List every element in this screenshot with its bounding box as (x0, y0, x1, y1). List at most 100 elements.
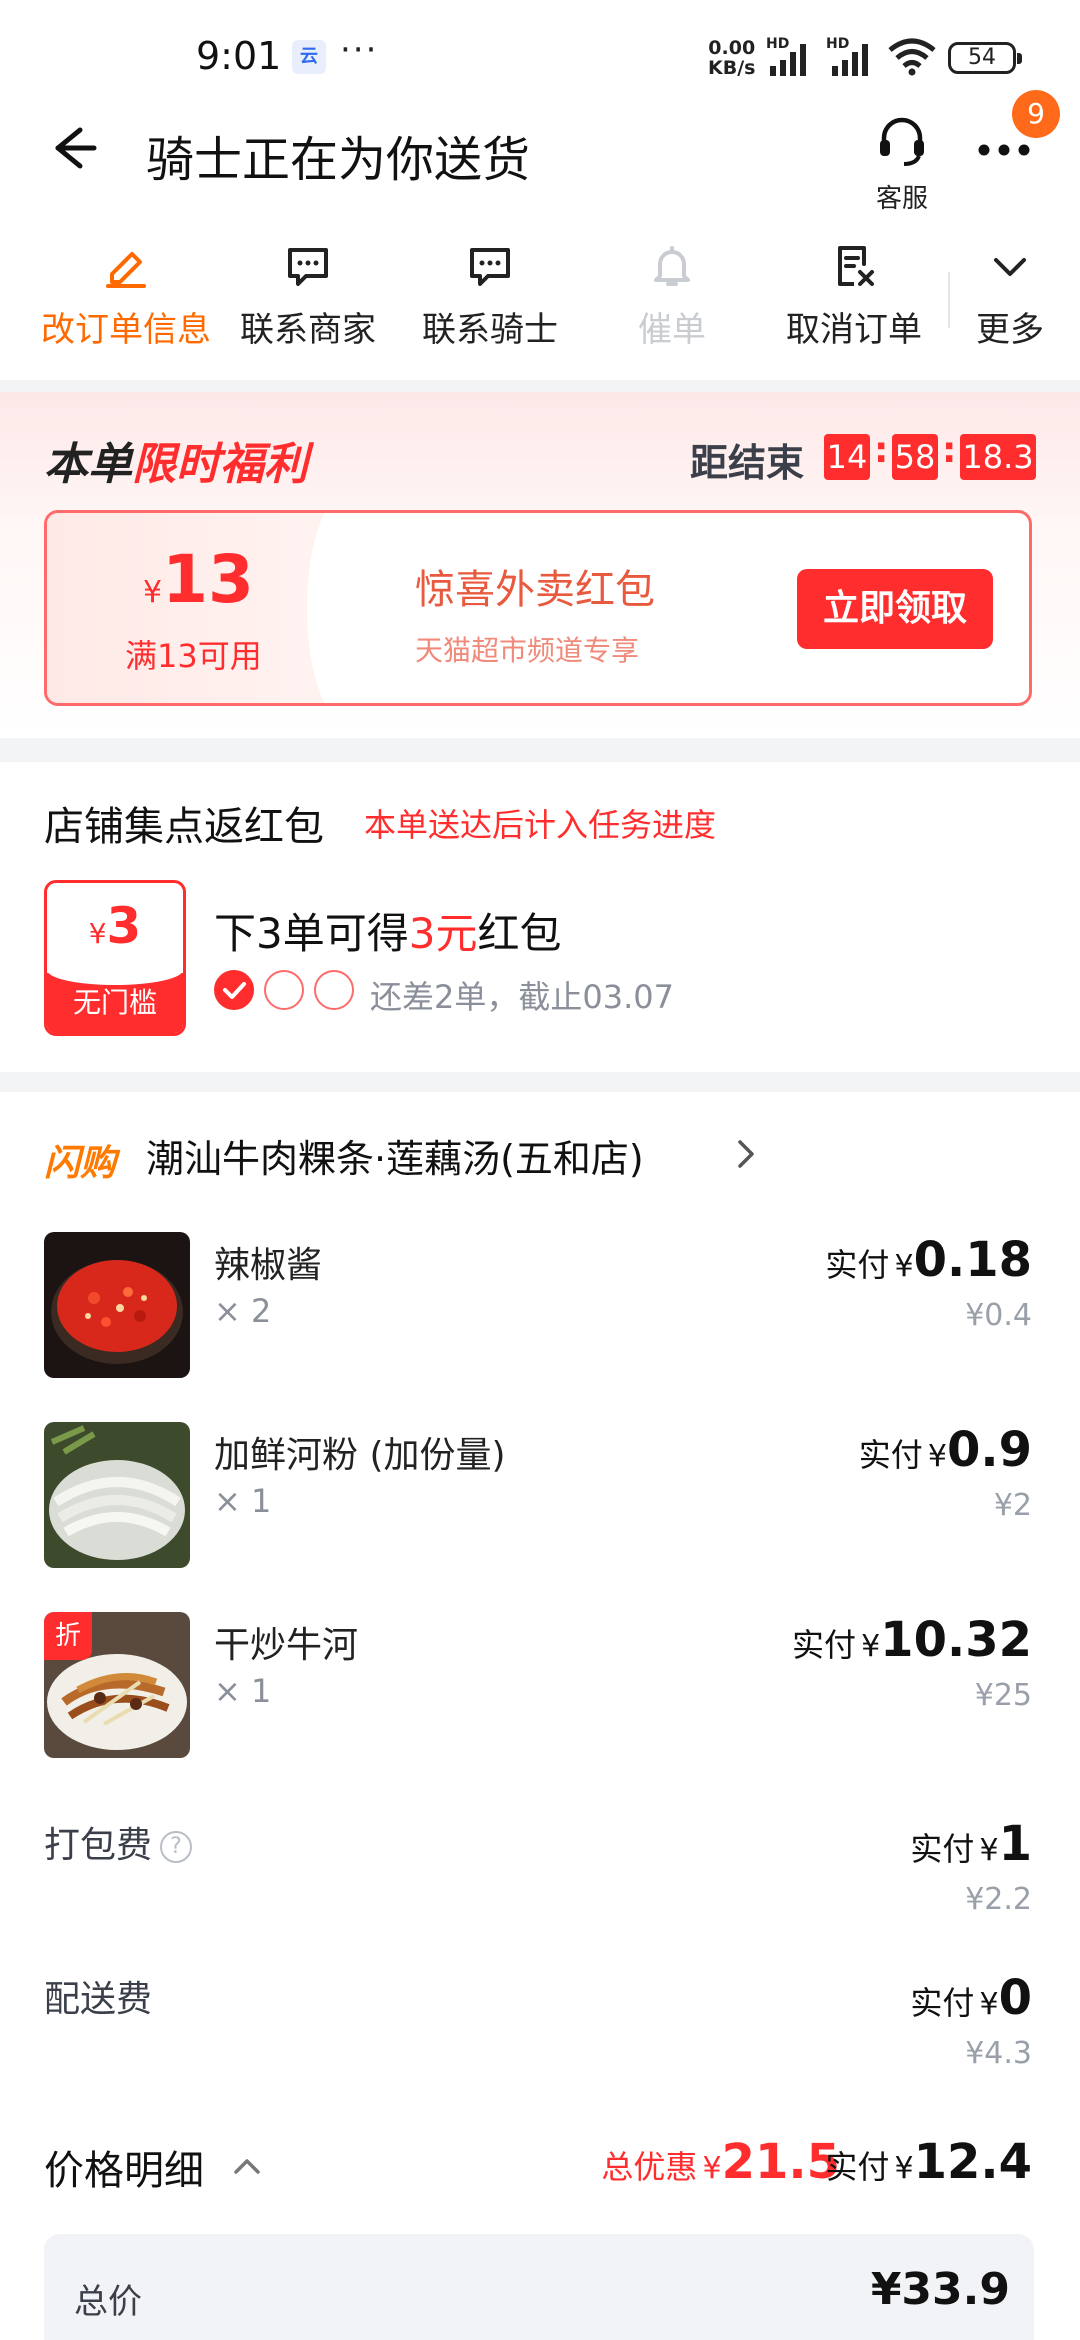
item-name: 加鲜河粉 (加份量) (214, 1435, 506, 1476)
chevron-up-icon[interactable] (232, 2156, 262, 2176)
countdown-minutes: 58 (892, 434, 938, 480)
wifi-icon (888, 38, 936, 76)
checkmark-icon (223, 982, 246, 999)
flash-buy-tag: 闪购 (44, 1143, 117, 1184)
red-packet-label: 无门槛 (47, 955, 183, 1033)
countdown-hours: 14 (824, 434, 870, 480)
currency-symbol: ¥ (927, 1439, 947, 1474)
customer-service-button[interactable]: 客服 (862, 110, 942, 214)
total-discount-value: 21.5 (721, 2134, 840, 2190)
cancel-doc-icon (838, 246, 874, 286)
red-packet-value: 3 (106, 897, 142, 955)
net-speed: 0.00 KB/s (708, 38, 755, 78)
item-quantity: × 1 (214, 1482, 272, 1520)
paid-value: 0.9 (946, 1422, 1032, 1478)
coupon-value: 13 (162, 541, 254, 618)
red-packet-card: ¥3 无门槛 (44, 880, 186, 1036)
order-tracking-page: 9:01 云 ··· 0.00 KB/s HD HD 54 骑士正在为你送货 客… (0, 0, 1080, 2340)
signal-icon-2 (832, 44, 868, 76)
total-paid-value: 12.4 (913, 2134, 1032, 2190)
action-label: 更多 (976, 310, 1044, 350)
coupon-condition: 满13可用 (125, 637, 262, 675)
item-original-price: ¥0.4 (965, 1298, 1032, 1333)
fee-paid-price: 实付 ¥1 (910, 1816, 1032, 1872)
action-label: 联系骑士 (422, 310, 558, 350)
more-notifications-icon: ··· (340, 30, 379, 70)
paid-value: 10.32 (880, 1612, 1032, 1668)
more-actions-button[interactable]: 更多 (920, 242, 1080, 362)
headset-icon (880, 117, 924, 166)
edit-order-info-button[interactable]: 改订单信息 (36, 242, 216, 362)
urge-order-button[interactable]: 催单 (582, 242, 762, 362)
benefit-title: 本单限时福利 (44, 428, 308, 492)
total-discount-label: 总优惠 (601, 2148, 698, 2186)
currency-symbol: ¥ (702, 2151, 722, 2186)
signal-icon (770, 44, 806, 76)
benefit-title-prefix: 本单 (44, 439, 132, 490)
reward-suffix: 红包 (477, 909, 562, 958)
item-name: 辣椒酱 (214, 1245, 323, 1286)
countdown-seconds: 18.3 (960, 434, 1036, 480)
coupon-subtitle: 天猫超市频道专享 (415, 634, 640, 667)
order-item[interactable]: 折 干炒牛河 × 1 实付 ¥10.32 ¥25 (0, 1612, 1080, 1772)
countdown-colon: : (942, 430, 957, 471)
progress-dot-empty (314, 970, 354, 1010)
item-image-rice-noodles (44, 1422, 190, 1568)
net-speed-value: 0.00 (708, 37, 756, 59)
progress-dot-done (214, 970, 254, 1010)
chevron-right-icon[interactable] (736, 1138, 756, 1170)
paid-label: 实付 (791, 1626, 856, 1664)
item-quantity: × 2 (214, 1292, 272, 1330)
red-packet-label-text: 无门槛 (72, 986, 157, 1019)
price-detail-box: 总价 ¥33.9 (44, 2234, 1034, 2340)
contact-merchant-button[interactable]: 联系商家 (218, 242, 398, 362)
coupon-amount: ¥13 (143, 541, 254, 618)
coupon-name: 惊喜外卖红包 (415, 567, 655, 613)
delivery-fee-row: 配送费 实付 ¥0 ¥4.3 (0, 1970, 1080, 2090)
order-item[interactable]: 加鲜河粉 (加份量) × 1 实付 ¥0.9 ¥2 (0, 1422, 1080, 1582)
store-name-link[interactable]: 潮汕牛肉粿条·莲藕汤(五和店) (146, 1128, 644, 1183)
item-name: 干炒牛河 (214, 1625, 359, 1666)
points-note: 本单送达后计入任务进度 (364, 806, 717, 844)
paid-label: 实付 (910, 1830, 975, 1868)
discount-tag: 折 (44, 1612, 92, 1660)
packing-fee-row: 打包费? 实付 ¥1 ¥2.2 (0, 1816, 1080, 1936)
paid-value: 0 (998, 1970, 1032, 2026)
store-points-section: 店铺集点返红包 本单送达后计入任务进度 ¥3 无门槛 下3单可得3元红包 还差2… (0, 762, 1080, 1072)
paid-label: 实付 (825, 1246, 890, 1284)
coupon-card[interactable]: ¥13 满13可用 惊喜外卖红包 天猫超市频道专享 立即领取 (44, 510, 1032, 706)
edit-icon (106, 252, 146, 288)
paid-value: 0.18 (913, 1232, 1032, 1288)
action-label: 催单 (638, 310, 706, 350)
red-packet-amount: ¥3 (47, 897, 183, 955)
total-paid-label: 实付 (825, 2148, 890, 2186)
claim-coupon-button[interactable]: 立即领取 (797, 569, 993, 649)
limited-benefit-section: 本单限时福利 距结束 14 : 58 : 18.3 ¥13 满13可用 惊喜外卖… (0, 392, 1080, 738)
app-notification-icon: 云 (292, 40, 326, 74)
order-action-bar: 改订单信息 联系商家 联系骑士 催单 取消订单 更多 (0, 220, 1080, 380)
back-arrow-icon[interactable] (40, 118, 100, 178)
customer-service-label: 客服 (875, 184, 928, 214)
chili-sauce-image (44, 1232, 190, 1378)
fee-label: 打包费? (44, 1816, 193, 1868)
order-item[interactable]: 辣椒酱 × 2 实付 ¥0.18 ¥0.4 (0, 1232, 1080, 1392)
total-price-label: 总价 (74, 2282, 142, 2322)
item-quantity: × 1 (214, 1672, 272, 1710)
currency-symbol: ¥ (143, 575, 163, 610)
points-title: 店铺集点返红包 (44, 804, 324, 850)
status-time: 9:01 (196, 34, 282, 78)
help-icon[interactable]: ? (160, 1831, 193, 1863)
bell-icon (654, 246, 690, 286)
action-label: 取消订单 (786, 310, 922, 350)
currency-symbol: ¥ (979, 1833, 999, 1868)
paid-label: 实付 (910, 1984, 975, 2022)
fee-paid-price: 实付 ¥0 (910, 1970, 1032, 2026)
cancel-order-button[interactable]: 取消订单 (764, 242, 944, 362)
currency-symbol: ¥ (861, 1629, 881, 1664)
fee-label-text: 打包费 (44, 1825, 153, 1866)
countdown-colon: : (874, 430, 889, 471)
contact-rider-button[interactable]: 联系骑士 (400, 242, 580, 362)
price-summary-row[interactable]: 价格明细 总优惠 ¥21.5 实付 ¥12.4 (0, 2134, 1080, 2214)
paid-value: 1 (998, 1816, 1032, 1872)
item-image-chili-sauce (44, 1232, 190, 1378)
